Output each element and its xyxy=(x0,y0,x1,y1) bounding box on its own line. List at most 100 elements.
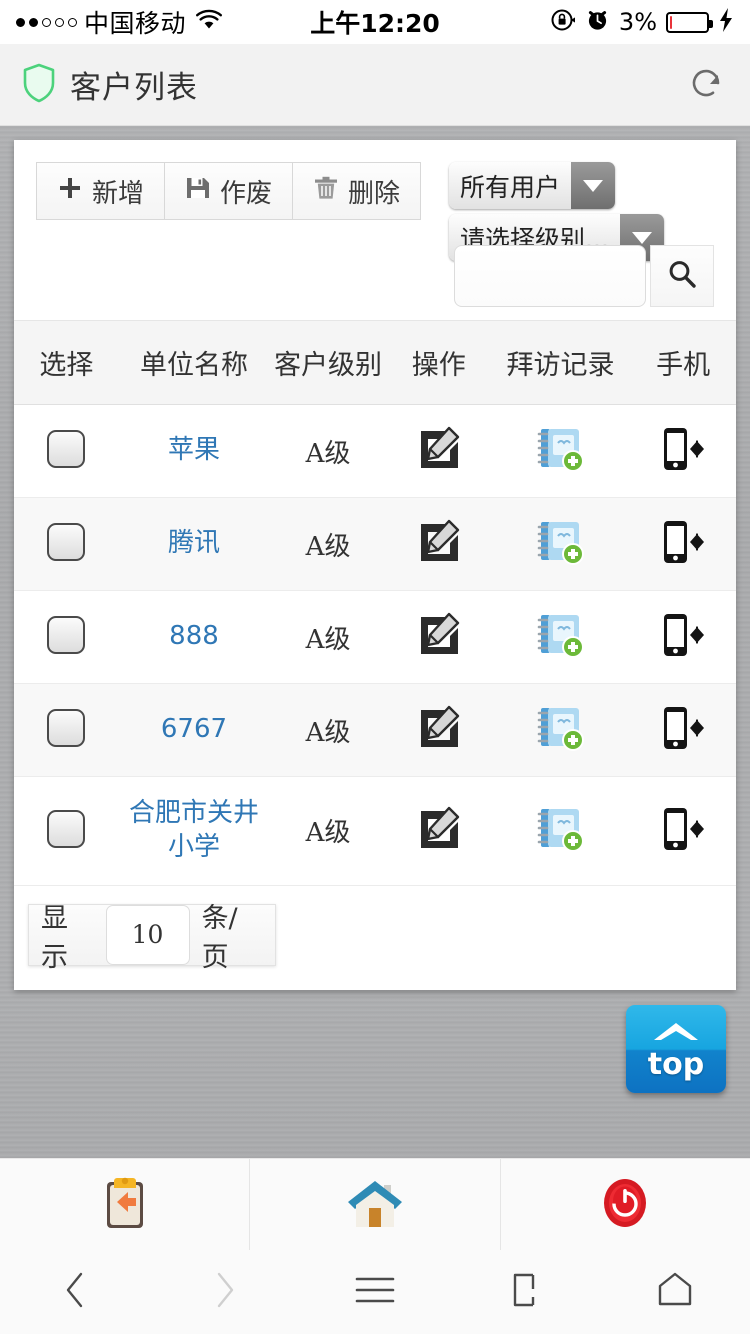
app-header: 客户列表 xyxy=(0,44,750,126)
customer-level: A级 xyxy=(305,818,351,849)
nav-item-browser-forward[interactable] xyxy=(150,1268,300,1316)
customer-name-link[interactable]: 苹果 xyxy=(123,434,266,468)
charging-bolt-icon xyxy=(718,7,734,37)
customer-name-link[interactable]: 888 xyxy=(123,620,266,654)
checkbox-icon[interactable] xyxy=(47,709,86,747)
customer-name-link[interactable]: 腾讯 xyxy=(123,527,266,561)
row-name-cell: 6767 xyxy=(118,683,270,777)
search-icon xyxy=(665,257,699,295)
page-title: 客户列表 xyxy=(70,70,198,106)
toolbar: 新增 作废 删除 所有用户 请选择级别... xyxy=(14,140,736,320)
house-icon xyxy=(344,1175,406,1235)
row-select-cell xyxy=(14,776,119,886)
chevron-left-icon xyxy=(58,1268,92,1316)
row-name-cell: 腾讯 xyxy=(118,497,270,591)
row-name-cell: 合肥市关井小学 xyxy=(118,776,270,886)
carrier-name: 中国移动 xyxy=(84,9,187,38)
nav-item-browser-tabs[interactable] xyxy=(450,1268,600,1316)
edit-pencil-icon[interactable] xyxy=(416,705,462,755)
action-button-group: 新增 作废 删除 xyxy=(36,162,422,220)
row-select-cell xyxy=(14,497,119,591)
nav-item-browser-home[interactable] xyxy=(600,1269,750,1315)
page-size-control: 显示 条/页 xyxy=(28,902,276,973)
trash-icon xyxy=(313,175,339,208)
mobile-phone-icon[interactable] xyxy=(660,707,706,756)
row-visit-cell xyxy=(490,497,631,591)
delete-button[interactable]: 删除 xyxy=(293,162,422,220)
table-header: 选择 单位名称 客户级别 操作 拜访记录 手机 xyxy=(14,320,736,405)
row-operation-cell xyxy=(386,590,491,684)
signal-dot xyxy=(16,17,25,27)
rotation-lock-icon xyxy=(550,7,576,37)
row-level-cell: A级 xyxy=(269,590,387,684)
edit-pencil-icon[interactable] xyxy=(416,612,462,662)
nav-item-browser-back[interactable] xyxy=(0,1268,150,1316)
bottom-item-home[interactable] xyxy=(250,1159,501,1250)
row-visit-cell xyxy=(490,776,631,886)
notebook-add-icon[interactable] xyxy=(537,429,585,477)
row-name-cell: 888 xyxy=(118,590,270,684)
row-level-cell: A级 xyxy=(269,776,387,886)
notebook-add-icon[interactable] xyxy=(537,615,585,663)
page-size-suffix: 条/页 xyxy=(201,902,238,973)
table-body: 苹果 A级 腾讯 A级 888 A级 6767 A级 合肥市关井小学 A级 xyxy=(14,404,736,886)
shield-icon xyxy=(22,63,56,107)
search-button[interactable] xyxy=(650,245,714,307)
row-name-cell: 苹果 xyxy=(118,404,270,498)
column-header-unit-name: 单位名称 xyxy=(118,320,270,405)
row-phone-cell xyxy=(630,683,736,777)
hamburger-icon xyxy=(351,1272,399,1312)
mobile-phone-icon[interactable] xyxy=(660,521,706,570)
scroll-to-top-button[interactable]: top xyxy=(626,1005,726,1093)
checkbox-icon[interactable] xyxy=(47,616,86,654)
page-size-input[interactable] xyxy=(105,904,190,965)
notebook-add-icon[interactable] xyxy=(537,808,585,857)
row-visit-cell xyxy=(490,404,631,498)
delete-button-label: 删除 xyxy=(348,178,401,209)
bottom-item-power-off[interactable] xyxy=(501,1159,750,1250)
nav-item-browser-menu[interactable] xyxy=(300,1272,450,1312)
search-input[interactable] xyxy=(454,245,646,307)
customer-level: A级 xyxy=(305,624,351,655)
tabs-icon xyxy=(504,1268,546,1316)
home-pentagon-icon xyxy=(653,1269,697,1315)
chevron-down-icon[interactable] xyxy=(571,162,616,209)
status-bar-right: 3% xyxy=(550,7,734,37)
void-button[interactable]: 作废 xyxy=(165,162,294,220)
add-button[interactable]: 新增 xyxy=(36,162,166,220)
row-select-cell xyxy=(14,404,119,498)
row-operation-cell xyxy=(386,683,491,777)
search-row xyxy=(454,245,714,307)
bottom-item-back-to-list[interactable] xyxy=(0,1159,251,1250)
status-bar: 中国移动 上午12:20 3% xyxy=(0,0,750,44)
notebook-add-icon[interactable] xyxy=(537,708,585,756)
power-icon xyxy=(596,1174,654,1236)
checkbox-icon[interactable] xyxy=(47,523,86,561)
chevron-up-icon xyxy=(648,1018,704,1048)
refresh-icon[interactable] xyxy=(684,61,728,109)
checkbox-icon[interactable] xyxy=(47,809,86,848)
row-operation-cell xyxy=(386,776,491,886)
edit-pencil-icon[interactable] xyxy=(416,519,462,569)
browser-nav-bar xyxy=(0,1250,750,1334)
table-row: 6767 A级 xyxy=(14,683,736,777)
checkbox-icon[interactable] xyxy=(47,430,86,468)
signal-dot xyxy=(42,17,51,27)
plus-icon xyxy=(57,175,83,208)
table-row: 888 A级 xyxy=(14,590,736,684)
alarm-clock-icon xyxy=(585,7,610,37)
edit-pencil-icon[interactable] xyxy=(416,426,462,476)
user-filter-select[interactable]: 所有用户 xyxy=(449,162,616,209)
row-select-cell xyxy=(14,683,119,777)
customer-name-link[interactable]: 合肥市关井小学 xyxy=(123,797,266,865)
mobile-phone-icon[interactable] xyxy=(660,428,706,477)
notebook-add-icon[interactable] xyxy=(537,522,585,570)
customer-name-link[interactable]: 6767 xyxy=(123,713,266,747)
row-phone-cell xyxy=(630,404,736,498)
mobile-phone-icon[interactable] xyxy=(660,807,706,857)
row-phone-cell xyxy=(630,497,736,591)
customer-level: A级 xyxy=(305,438,351,469)
edit-pencil-icon[interactable] xyxy=(416,806,462,856)
mobile-phone-icon[interactable] xyxy=(660,614,706,663)
row-visit-cell xyxy=(490,683,631,777)
